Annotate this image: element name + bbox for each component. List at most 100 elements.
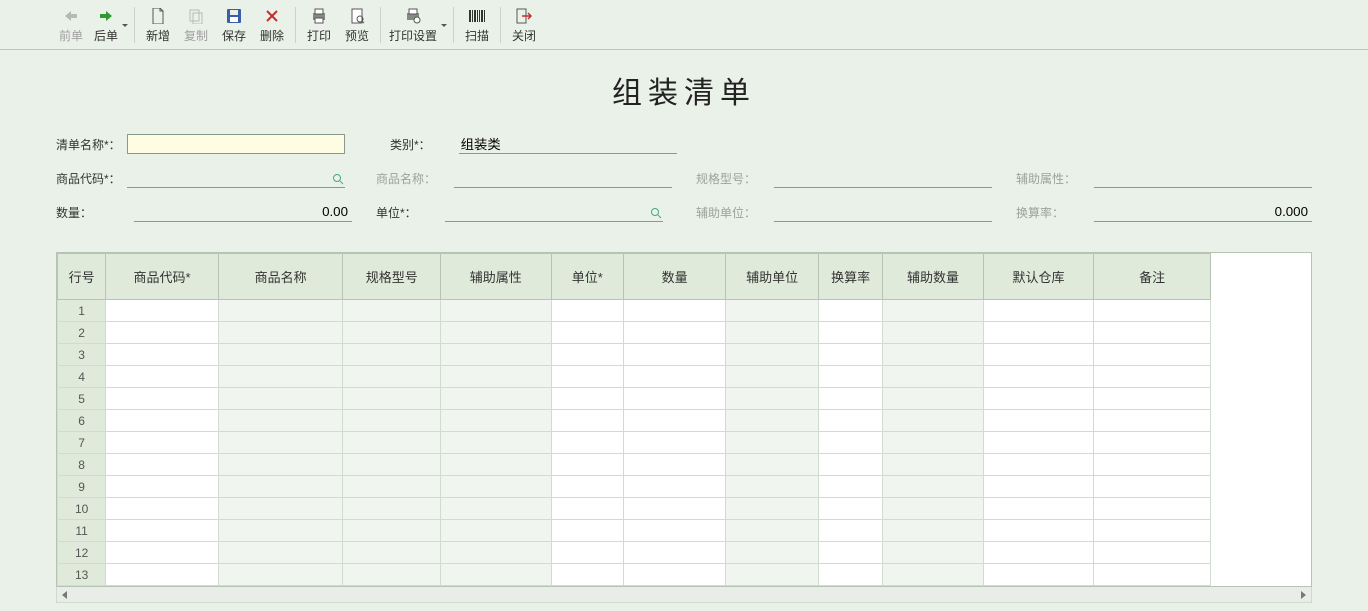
grid-cell[interactable] [983, 432, 1094, 454]
grid-cell[interactable] [983, 388, 1094, 410]
grid-cell[interactable] [726, 410, 818, 432]
grid-cell[interactable] [343, 498, 441, 520]
grid-cell[interactable] [1094, 564, 1211, 586]
grid-cell[interactable] [218, 476, 343, 498]
grid-cell[interactable] [343, 454, 441, 476]
grid-cell[interactable] [726, 498, 818, 520]
grid-cell[interactable] [106, 432, 219, 454]
grid-cell[interactable] [343, 542, 441, 564]
grid-cell[interactable] [1094, 300, 1211, 322]
scroll-left-icon[interactable] [57, 588, 73, 602]
grid-header[interactable]: 商品代码* [106, 254, 219, 300]
grid-cell[interactable] [883, 344, 984, 366]
grid-cell[interactable] [1094, 410, 1211, 432]
grid-cell[interactable] [440, 476, 551, 498]
scan-button[interactable]: 扫描 [458, 3, 496, 47]
grid-header[interactable]: 换算率 [818, 254, 882, 300]
list-name-input[interactable] [127, 134, 345, 154]
grid-cell[interactable] [726, 542, 818, 564]
grid-cell[interactable] [883, 432, 984, 454]
grid-cell[interactable] [818, 498, 882, 520]
grid-cell[interactable] [623, 300, 726, 322]
grid-cell[interactable] [818, 564, 882, 586]
grid-cell[interactable] [623, 432, 726, 454]
grid-cell[interactable] [343, 366, 441, 388]
grid-cell[interactable] [218, 300, 343, 322]
grid-cell[interactable] [818, 300, 882, 322]
grid-cell[interactable] [883, 454, 984, 476]
grid-cell[interactable] [726, 366, 818, 388]
grid-cell[interactable] [818, 344, 882, 366]
grid-cell[interactable] [883, 476, 984, 498]
grid-cell[interactable] [726, 432, 818, 454]
grid-cell[interactable] [983, 366, 1094, 388]
grid-cell[interactable] [1094, 542, 1211, 564]
qty-input[interactable] [134, 202, 352, 222]
grid-cell[interactable] [883, 388, 984, 410]
grid-cell[interactable] [343, 432, 441, 454]
grid-cell[interactable] [440, 410, 551, 432]
grid-header[interactable]: 辅助数量 [883, 254, 984, 300]
spec-input[interactable] [774, 168, 992, 188]
lookup-icon[interactable] [331, 172, 345, 186]
grid-cell[interactable] [726, 344, 818, 366]
grid-cell[interactable] [218, 366, 343, 388]
grid-cell[interactable] [1094, 454, 1211, 476]
grid-cell[interactable] [440, 322, 551, 344]
grid-cell[interactable] [1094, 388, 1211, 410]
grid-cell[interactable] [551, 388, 623, 410]
grid-cell[interactable] [551, 344, 623, 366]
grid-cell[interactable] [551, 410, 623, 432]
grid-cell[interactable] [883, 520, 984, 542]
grid-cell[interactable] [1094, 366, 1211, 388]
grid-cell[interactable] [623, 498, 726, 520]
grid-cell[interactable] [818, 454, 882, 476]
grid-cell[interactable] [218, 520, 343, 542]
grid-cell[interactable] [726, 388, 818, 410]
grid-cell[interactable] [818, 432, 882, 454]
print-settings-button[interactable]: 打印设置 [385, 3, 449, 47]
grid-cell[interactable] [883, 366, 984, 388]
grid-cell[interactable] [440, 542, 551, 564]
grid-cell[interactable] [623, 366, 726, 388]
grid-cell[interactable] [983, 454, 1094, 476]
grid-cell[interactable] [106, 366, 219, 388]
grid-cell[interactable] [623, 388, 726, 410]
grid-cell[interactable] [343, 410, 441, 432]
grid-cell[interactable] [106, 388, 219, 410]
grid-cell[interactable] [440, 454, 551, 476]
grid-cell[interactable] [551, 432, 623, 454]
grid-cell[interactable] [983, 476, 1094, 498]
grid-cell[interactable] [1094, 432, 1211, 454]
grid-header[interactable]: 数量 [623, 254, 726, 300]
grid-cell[interactable] [218, 498, 343, 520]
grid-header[interactable]: 行号 [58, 254, 106, 300]
grid-cell[interactable] [106, 476, 219, 498]
grid-cell[interactable] [440, 564, 551, 586]
grid-header[interactable]: 辅助单位 [726, 254, 818, 300]
grid-cell[interactable] [623, 322, 726, 344]
grid-cell[interactable] [726, 322, 818, 344]
grid-cell[interactable] [440, 300, 551, 322]
grid-cell[interactable] [883, 564, 984, 586]
grid-cell[interactable] [218, 432, 343, 454]
delete-button[interactable]: 删除 [253, 3, 291, 47]
grid-cell[interactable] [343, 322, 441, 344]
grid-cell[interactable] [623, 454, 726, 476]
grid-cell[interactable] [106, 344, 219, 366]
grid-cell[interactable] [983, 410, 1094, 432]
grid-cell[interactable] [623, 564, 726, 586]
grid-cell[interactable] [343, 564, 441, 586]
grid-cell[interactable] [623, 410, 726, 432]
grid-cell[interactable] [818, 520, 882, 542]
grid-cell[interactable] [106, 564, 219, 586]
grid-cell[interactable] [218, 542, 343, 564]
grid-cell[interactable] [1094, 476, 1211, 498]
grid-cell[interactable] [983, 542, 1094, 564]
grid-cell[interactable] [623, 344, 726, 366]
grid-cell[interactable] [883, 410, 984, 432]
grid-cell[interactable] [218, 388, 343, 410]
grid-cell[interactable] [551, 520, 623, 542]
grid-cell[interactable] [983, 564, 1094, 586]
grid-cell[interactable] [106, 542, 219, 564]
